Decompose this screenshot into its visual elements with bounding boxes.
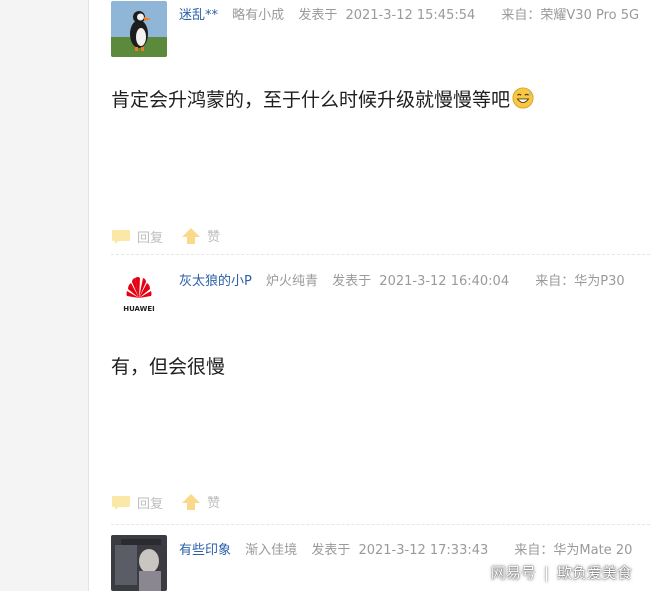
- post-1: 迷乱** 略有小成 发表于 2021-3-12 15:45:54 来自：荣耀V3…: [89, 0, 650, 255]
- grinning-sweat-emoji-icon: [512, 87, 534, 109]
- post-2: HUAWEI 灰太狼的小P 炉火纯青 发表于 2021-3-12 16:40:0…: [89, 262, 650, 527]
- posted-label: 发表于: [332, 274, 372, 289]
- like-button[interactable]: 赞: [181, 226, 220, 245]
- reply-button[interactable]: 回复: [111, 493, 163, 512]
- post-divider: [111, 254, 650, 255]
- watermark: 网易号 | 欺负爱美食: [491, 562, 632, 583]
- post-text: 有，但会很慢: [111, 357, 226, 378]
- post-meta: 灰太狼的小P 炉火纯青 发表于 2021-3-12 16:40:04 来自：华为…: [179, 270, 635, 289]
- post-actions: 回复 赞: [111, 226, 234, 248]
- posted-label: 发表于: [298, 8, 338, 23]
- reply-button[interactable]: 回复: [111, 227, 163, 246]
- comment-icon: [112, 229, 130, 244]
- post-actions: 回复 赞: [111, 492, 234, 514]
- reply-label: 回复: [137, 231, 164, 246]
- avatar[interactable]: [111, 535, 167, 591]
- post-source: 来自：华为Mate 20: [514, 543, 633, 558]
- username[interactable]: 迷乱**: [179, 8, 218, 23]
- post-meta: 迷乱** 略有小成 发表于 2021-3-12 15:45:54 来自：荣耀V3…: [179, 4, 649, 23]
- user-rank: 略有小成: [232, 8, 285, 23]
- post-source: 来自：荣耀V30 Pro 5G: [501, 8, 640, 23]
- post-content: 肯定会升鸿蒙的，至于什么时候升级就慢慢等吧: [111, 85, 534, 112]
- posted-label: 发表于: [311, 543, 351, 558]
- thumb-up-arrow-icon: [182, 493, 201, 510]
- watermark-account: 欺负爱美食: [556, 564, 632, 582]
- post-datetime: 2021-3-12 17:33:43: [358, 543, 489, 558]
- reply-label: 回复: [137, 497, 164, 512]
- thumb-up-arrow-icon: [182, 227, 201, 244]
- huawei-logo-icon: HUAWEI: [111, 262, 167, 318]
- post-content: 有，但会很慢: [111, 352, 225, 379]
- avatar[interactable]: [111, 1, 167, 57]
- post-meta: 有些印象 渐入佳境 发表于 2021-3-12 17:33:43 来自：华为Ma…: [179, 539, 642, 558]
- username[interactable]: 有些印象: [179, 543, 231, 558]
- post-datetime: 2021-3-12 15:45:54: [345, 8, 476, 23]
- post-source: 来自：华为P30: [535, 274, 625, 289]
- username[interactable]: 灰太狼的小P: [179, 274, 252, 289]
- watermark-brand: 网易号: [490, 564, 536, 582]
- post-divider: [111, 524, 650, 525]
- avatar-logo-text: HUAWEI: [123, 305, 155, 313]
- user-rank: 炉火纯青: [265, 274, 318, 289]
- left-gutter: [0, 0, 89, 591]
- avatar[interactable]: HUAWEI: [111, 262, 167, 318]
- comment-icon: [112, 495, 130, 510]
- post-text: 肯定会升鸿蒙的，至于什么时候升级就慢慢等吧: [111, 90, 511, 111]
- like-label: 赞: [207, 230, 221, 245]
- like-button[interactable]: 赞: [181, 492, 220, 511]
- user-rank: 渐入佳境: [245, 543, 298, 558]
- post-datetime: 2021-3-12 16:40:04: [379, 274, 510, 289]
- watermark-separator: |: [543, 564, 549, 582]
- like-label: 赞: [207, 496, 221, 511]
